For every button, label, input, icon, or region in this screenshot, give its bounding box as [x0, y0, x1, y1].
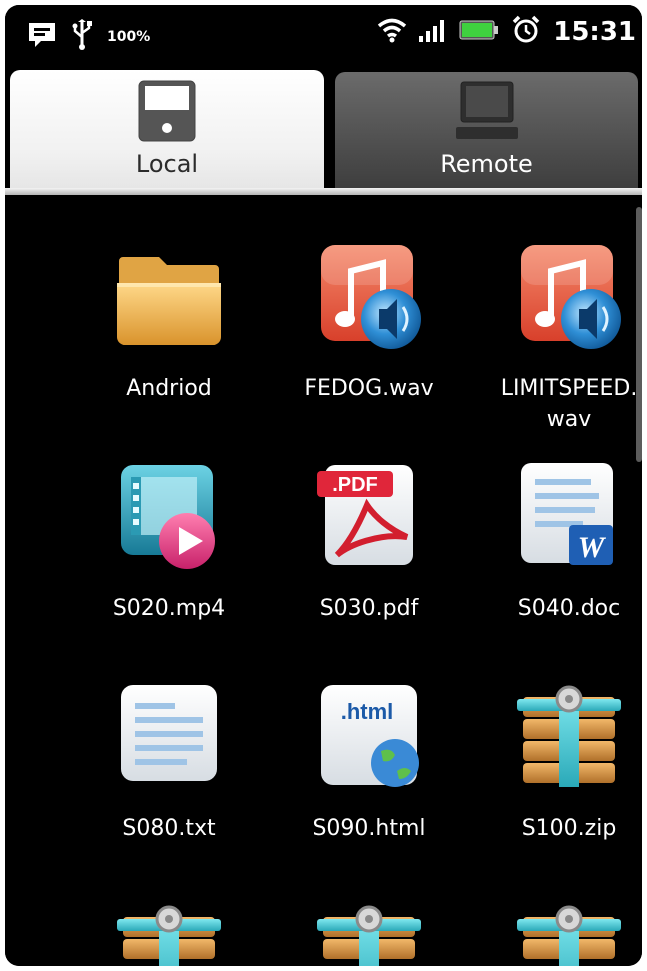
file-name: S090.html: [312, 816, 426, 841]
clock-time: 15:31: [553, 17, 636, 47]
file-item-audio[interactable]: FEDOG.wav: [269, 239, 469, 404]
file-name: S100.zip: [521, 816, 617, 841]
signal-strength-icon: [419, 18, 447, 46]
file-item-zip[interactable]: [69, 899, 269, 966]
zip-archive-icon: [117, 905, 221, 966]
zip-archive-icon: [517, 685, 621, 787]
pdf-badge-text: .PDF: [332, 474, 378, 496]
word-document-icon: W: [521, 463, 613, 565]
wifi-icon: [377, 17, 407, 47]
tab-divider: [5, 188, 642, 195]
file-item-pdf[interactable]: .PDF S030.pdf: [269, 459, 469, 624]
file-item-zip[interactable]: S100.zip: [469, 679, 642, 844]
file-item-video[interactable]: S020.mp4: [69, 459, 269, 624]
file-grid: Andriod FEDOG.wav LIMITSPEED. wav S020.m…: [5, 199, 642, 966]
zip-archive-icon: [517, 905, 621, 966]
file-name: S040.doc: [517, 596, 621, 621]
file-name: LIMITSPEED. wav: [500, 376, 638, 432]
usb-icon: [71, 19, 93, 55]
file-name: Andriod: [126, 376, 212, 401]
file-item-zip[interactable]: [269, 899, 469, 966]
tab-local[interactable]: Local: [10, 70, 324, 188]
tab-remote[interactable]: Remote: [335, 72, 638, 188]
video-file-icon: [121, 465, 215, 569]
computer-icon: [455, 80, 518, 146]
tab-label: Local: [135, 150, 199, 178]
file-item-zip[interactable]: [469, 899, 642, 966]
file-name: S030.pdf: [319, 596, 419, 621]
audio-file-icon: [521, 245, 621, 349]
file-name: S080.txt: [122, 816, 216, 841]
file-item-txt[interactable]: S080.txt: [69, 679, 269, 844]
word-badge-text: W: [578, 531, 607, 564]
battery-icon: [459, 19, 499, 45]
text-file-icon: [121, 685, 217, 781]
file-item-html[interactable]: .html S090.html: [269, 679, 469, 844]
html-file-icon: .html: [321, 685, 419, 787]
pdf-file-icon: .PDF: [317, 465, 413, 565]
file-item-folder[interactable]: Andriod: [69, 239, 269, 404]
file-item-doc[interactable]: W S040.doc: [469, 459, 642, 624]
html-badge-text: .html: [341, 699, 394, 724]
phone-screen: 100% 15:31 Local Remote Andriod FEDOG.wa…: [5, 5, 642, 966]
battery-percent-text: 100%: [107, 29, 151, 45]
file-item-audio[interactable]: LIMITSPEED. wav: [469, 239, 642, 435]
tab-bar: Local Remote: [5, 67, 642, 199]
audio-file-icon: [321, 245, 421, 349]
file-name: S020.mp4: [112, 596, 226, 621]
alarm-clock-icon: [511, 15, 541, 49]
device-icon: [138, 80, 196, 146]
file-name: FEDOG.wav: [304, 376, 434, 401]
notification-message-icon: [27, 21, 57, 53]
tab-label: Remote: [440, 150, 533, 178]
folder-icon: [117, 257, 221, 345]
status-bar: 100% 15:31: [5, 5, 642, 67]
zip-archive-icon: [317, 905, 421, 966]
